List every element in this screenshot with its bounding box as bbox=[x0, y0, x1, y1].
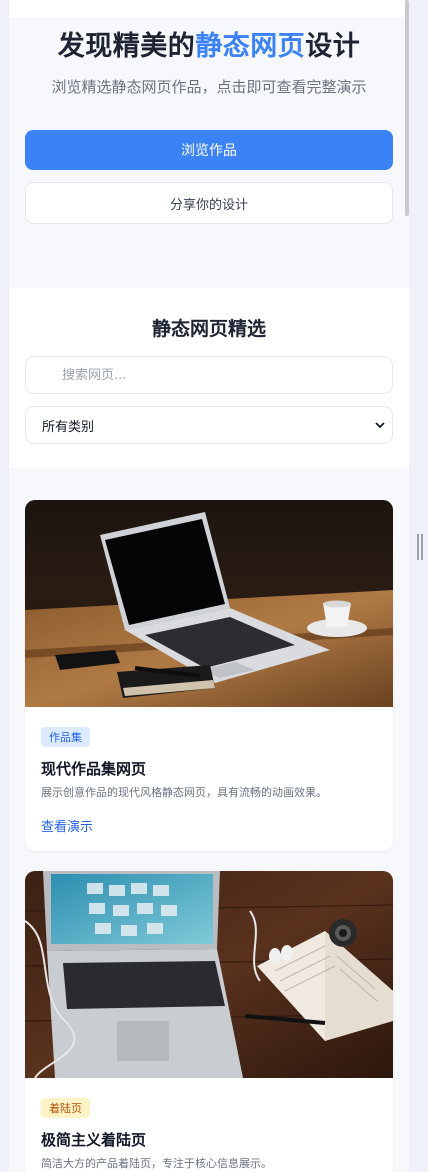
card-title: 极简主义着陆页 bbox=[41, 1131, 147, 1149]
section-title: 静态网页精选 bbox=[151, 318, 266, 340]
search-box[interactable] bbox=[25, 356, 393, 394]
search-icon bbox=[40, 368, 54, 382]
filter-section: 静态网页精选 所有类别 bbox=[9, 288, 409, 468]
laptop-and-notebook-image bbox=[25, 871, 393, 1078]
hero-title-prefix: 发现精美的 bbox=[57, 31, 196, 62]
laptop-on-desk-image bbox=[25, 500, 393, 707]
top-strip bbox=[9, 0, 409, 17]
scrollbar-thumb[interactable] bbox=[405, 0, 409, 216]
category-tag: 着陆页 bbox=[41, 1098, 90, 1118]
search-input[interactable] bbox=[62, 357, 382, 393]
hero-subtitle: 浏览精选静态网页作品，点击即可查看完整演示 bbox=[51, 78, 367, 96]
resize-handle[interactable] bbox=[417, 534, 423, 560]
card-title: 现代作品集网页 bbox=[41, 760, 147, 778]
category-select[interactable]: 所有类别 bbox=[25, 406, 393, 444]
card-description: 简洁大方的产品着陆页，专注于核心信息展示。 bbox=[41, 1157, 272, 1170]
page-container: 发现精美的静态网页设计 浏览精选静态网页作品，点击即可查看完整演示 浏览作品 分… bbox=[9, 0, 409, 1172]
category-tag: 作品集 bbox=[41, 727, 90, 747]
share-design-button[interactable]: 分享你的设计 bbox=[25, 182, 393, 224]
card-description: 展示创意作品的现代风格静态网页，具有流畅的动画效果。 bbox=[41, 786, 327, 799]
hero-title-accent: 静态网页 bbox=[195, 31, 306, 62]
hero-title: 发现精美的静态网页设计 bbox=[9, 24, 409, 63]
category-select-value: 所有类别 bbox=[42, 419, 95, 435]
browse-works-button[interactable]: 浏览作品 bbox=[25, 130, 393, 170]
chevron-down-icon bbox=[375, 422, 385, 429]
hero-title-suffix: 设计 bbox=[305, 31, 361, 62]
view-demo-link[interactable]: 查看演示 bbox=[41, 816, 93, 835]
card-landing-page[interactable]: 着陆页 极简主义着陆页 简洁大方的产品着陆页，专注于核心信息展示。 bbox=[25, 871, 393, 1172]
card-portfolio[interactable]: 作品集 现代作品集网页 展示创意作品的现代风格静态网页，具有流畅的动画效果。 查… bbox=[25, 500, 393, 851]
